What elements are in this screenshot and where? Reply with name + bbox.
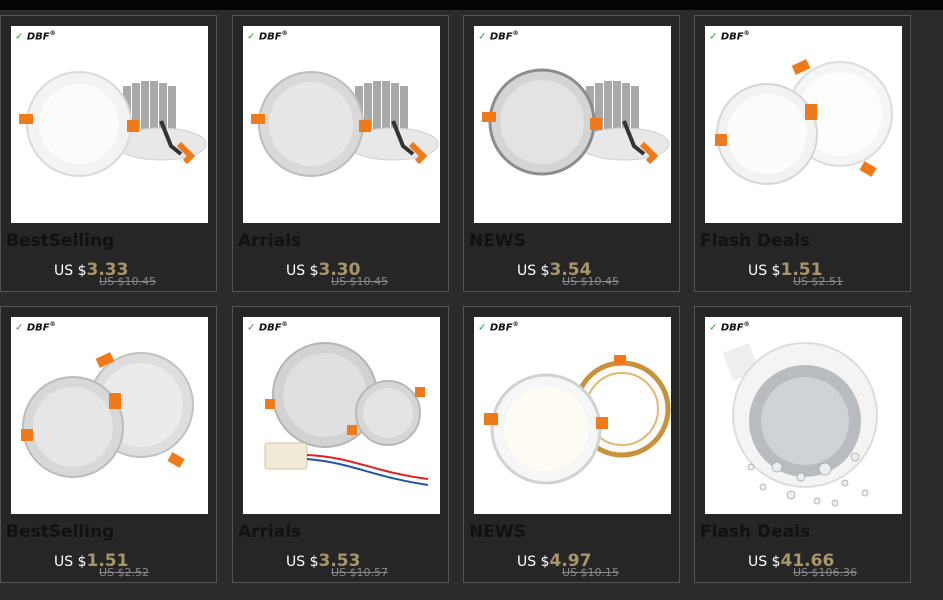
brand-logo: ✓ DBF®	[478, 321, 519, 334]
currency-label: US $	[286, 554, 319, 570]
product-title[interactable]: BestSelling	[6, 231, 114, 251]
currency-label: US $	[748, 554, 781, 570]
silver-downlight-with-heatsink-image	[482, 68, 670, 176]
original-price: US $106.36	[793, 566, 858, 579]
product-card[interactable]: ✓ DBF® BestSelling US $3.33 US $10.45	[0, 15, 217, 292]
product-image[interactable]: ✓ DBF®	[11, 317, 208, 514]
product-card[interactable]: ✓ DBF® NEWS US $4.97 US $10.15	[463, 306, 680, 583]
currency-label: US $	[517, 263, 550, 279]
brand-logo: ✓ DBF®	[478, 30, 519, 43]
product-card[interactable]: ✓ DBF® NEWS US $3.54 US $10.45	[463, 15, 680, 292]
product-image[interactable]: ✓ DBF®	[705, 317, 902, 514]
original-price: US $10.45	[562, 275, 620, 288]
product-title[interactable]: Arrials	[238, 522, 301, 542]
top-bar	[0, 0, 943, 10]
currency-label: US $	[54, 263, 87, 279]
original-price: US $10.15	[562, 566, 620, 579]
product-image[interactable]: ✓ DBF®	[474, 317, 671, 514]
product-title[interactable]: Flash Deals	[700, 231, 810, 251]
original-price: US $2.52	[99, 566, 150, 579]
downlight-with-heatsink-image	[19, 71, 207, 177]
waterproof-downlight-image	[722, 342, 878, 507]
product-title[interactable]: NEWS	[469, 231, 526, 251]
two-white-downlights-image	[715, 59, 893, 185]
original-price: US $2.51	[793, 275, 844, 288]
brand-logo: ✓ DBF®	[709, 321, 750, 334]
product-card[interactable]: ✓ DBF® Arrials US $3.53 US $10.57	[232, 306, 449, 583]
product-card[interactable]: ✓ DBF® Arrials US $3.30 US $10.45	[232, 15, 449, 292]
product-title[interactable]: BestSelling	[6, 522, 114, 542]
product-card[interactable]: ✓ DBF® Flash Deals US $41.66 US $106.36	[694, 306, 911, 583]
product-card[interactable]: ✓ DBF® BestSelling US $1.51 US $2.52	[0, 306, 217, 583]
product-image[interactable]: ✓ DBF®	[243, 317, 440, 514]
brand-logo: ✓ DBF®	[15, 30, 56, 43]
white-and-gold-downlights-image	[484, 355, 671, 485]
product-title[interactable]: Arrials	[238, 231, 301, 251]
currency-label: US $	[748, 263, 781, 279]
product-title[interactable]: NEWS	[469, 522, 526, 542]
product-title[interactable]: Flash Deals	[700, 522, 810, 542]
product-image[interactable]: ✓ DBF®	[11, 26, 208, 223]
brand-logo: ✓ DBF®	[15, 321, 56, 334]
product-image[interactable]: ✓ DBF®	[243, 26, 440, 223]
product-image[interactable]: ✓ DBF®	[474, 26, 671, 223]
two-silver-downlights-image	[21, 352, 194, 478]
silver-downlight-with-heatsink-image	[251, 71, 439, 177]
product-image[interactable]: ✓ DBF®	[705, 26, 902, 223]
silver-downlights-with-driver-image	[264, 342, 429, 486]
brand-logo: ✓ DBF®	[247, 321, 288, 334]
brand-logo: ✓ DBF®	[709, 30, 750, 43]
currency-label: US $	[517, 554, 550, 570]
original-price: US $10.57	[331, 566, 389, 579]
original-price: US $10.45	[99, 275, 157, 288]
brand-logo: ✓ DBF®	[247, 30, 288, 43]
currency-label: US $	[286, 263, 319, 279]
product-card[interactable]: ✓ DBF® Flash Deals US $1.51 US $2.51	[694, 15, 911, 292]
currency-label: US $	[54, 554, 87, 570]
original-price: US $10.45	[331, 275, 389, 288]
